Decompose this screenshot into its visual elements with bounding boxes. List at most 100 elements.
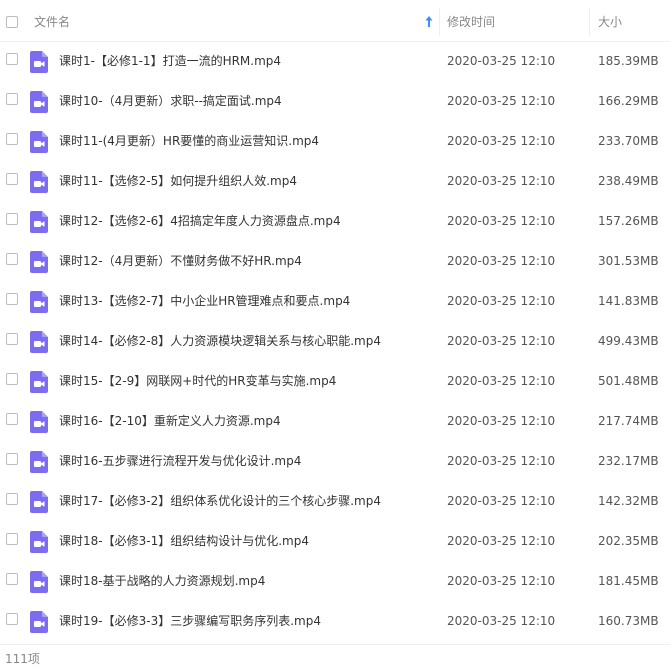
file-modified-time: 2020-03-25 12:10 xyxy=(447,94,556,108)
row-checkbox[interactable] xyxy=(6,493,18,505)
file-size: 185.39MB xyxy=(598,54,659,68)
file-list-header: 文件名 修改时间 大小 xyxy=(0,0,670,42)
file-modified-time: 2020-03-25 12:10 xyxy=(447,294,556,308)
video-file-icon xyxy=(30,491,48,513)
file-modified-time: 2020-03-25 12:10 xyxy=(447,614,556,628)
file-row[interactable]: 课时13-【选修2-7】中小企业HR管理难点和要点.mp4 2020-03-25 … xyxy=(0,282,670,322)
row-checkbox[interactable] xyxy=(6,413,18,425)
file-size: 142.32MB xyxy=(598,494,659,508)
file-name[interactable]: 课时12-（4月更新）不懂财务做不好HR.mp4 xyxy=(59,253,302,269)
footer-divider xyxy=(0,644,670,645)
item-count: 111项 xyxy=(5,652,40,666)
file-row[interactable]: 课时12-（4月更新）不懂财务做不好HR.mp4 2020-03-25 12:10… xyxy=(0,242,670,282)
row-checkbox[interactable] xyxy=(6,93,18,105)
video-file-icon xyxy=(30,51,48,73)
row-checkbox[interactable] xyxy=(6,53,18,65)
column-header-name[interactable]: 文件名 xyxy=(34,15,70,29)
file-modified-time: 2020-03-25 12:10 xyxy=(447,534,556,548)
file-modified-time: 2020-03-25 12:10 xyxy=(447,174,556,188)
row-checkbox[interactable] xyxy=(6,253,18,265)
file-name[interactable]: 课时11-(4月更新）HR要懂的商业运营知识.mp4 xyxy=(59,133,319,149)
file-name[interactable]: 课时17-【必修3-2】组织体系优化设计的三个核心步骤.mp4 xyxy=(59,493,381,509)
file-modified-time: 2020-03-25 12:10 xyxy=(447,214,556,228)
video-file-icon xyxy=(30,451,48,473)
video-file-icon xyxy=(30,411,48,433)
file-size: 181.45MB xyxy=(598,574,659,588)
row-checkbox[interactable] xyxy=(6,533,18,545)
arrow-up-icon[interactable] xyxy=(424,15,434,29)
row-checkbox[interactable] xyxy=(6,613,18,625)
file-name[interactable]: 课时13-【选修2-7】中小企业HR管理难点和要点.mp4 xyxy=(59,293,350,309)
column-header-modified[interactable]: 修改时间 xyxy=(447,15,495,29)
file-row[interactable]: 课时11-(4月更新）HR要懂的商业运营知识.mp4 2020-03-25 12:… xyxy=(0,122,670,162)
file-name[interactable]: 课时12-【选修2-6】4招搞定年度人力资源盘点.mp4 xyxy=(59,213,341,229)
file-modified-time: 2020-03-25 12:10 xyxy=(447,414,556,428)
file-size: 157.26MB xyxy=(598,214,659,228)
file-size: 301.53MB xyxy=(598,254,659,268)
row-checkbox[interactable] xyxy=(6,373,18,385)
file-modified-time: 2020-03-25 12:10 xyxy=(447,54,556,68)
file-size: 202.35MB xyxy=(598,534,659,548)
file-size: 238.49MB xyxy=(598,174,659,188)
file-name[interactable]: 课时16-【2-10】重新定义人力资源.mp4 xyxy=(59,413,281,429)
file-row[interactable]: 课时1-【必修1-1】打造一流的HRM.mp4 2020-03-25 12:10 1… xyxy=(0,42,670,82)
file-size: 217.74MB xyxy=(598,414,659,428)
file-size: 499.43MB xyxy=(598,334,659,348)
file-name[interactable]: 课时15-【2-9】网联网+时代的HR变革与实施.mp4 xyxy=(59,373,336,389)
video-file-icon xyxy=(30,251,48,273)
video-file-icon xyxy=(30,91,48,113)
file-size: 233.70MB xyxy=(598,134,659,148)
file-size: 166.29MB xyxy=(598,94,659,108)
file-name[interactable]: 课时18-【必修3-1】组织结构设计与优化.mp4 xyxy=(59,533,309,549)
file-modified-time: 2020-03-25 12:10 xyxy=(447,134,556,148)
file-modified-time: 2020-03-25 12:10 xyxy=(447,254,556,268)
file-name[interactable]: 课时11-【选修2-5】如何提升组织人效.mp4 xyxy=(59,173,297,189)
file-row[interactable]: 课时16-五步骤进行流程开发与优化设计.mp4 2020-03-25 12:10 2… xyxy=(0,442,670,482)
file-modified-time: 2020-03-25 12:10 xyxy=(447,374,556,388)
file-name[interactable]: 课时19-【必修3-3】三步骤编写职务序列表.mp4 xyxy=(59,613,321,629)
file-modified-time: 2020-03-25 12:10 xyxy=(447,494,556,508)
file-row[interactable]: 课时17-【必修3-2】组织体系优化设计的三个核心步骤.mp4 2020-03-2… xyxy=(0,482,670,522)
column-divider[interactable] xyxy=(589,8,590,36)
row-checkbox[interactable] xyxy=(6,453,18,465)
row-checkbox[interactable] xyxy=(6,573,18,585)
row-checkbox[interactable] xyxy=(6,213,18,225)
video-file-icon xyxy=(30,131,48,153)
column-divider[interactable] xyxy=(439,8,440,36)
file-size: 160.73MB xyxy=(598,614,659,628)
file-row[interactable]: 课时11-【选修2-5】如何提升组织人效.mp4 2020-03-25 12:10… xyxy=(0,162,670,202)
file-row[interactable]: 课时14-【必修2-8】人力资源模块逻辑关系与核心职能.mp4 2020-03-2… xyxy=(0,322,670,362)
file-name[interactable]: 课时10-（4月更新）求职--搞定面试.mp4 xyxy=(59,93,282,109)
row-checkbox[interactable] xyxy=(6,133,18,145)
file-modified-time: 2020-03-25 12:10 xyxy=(447,574,556,588)
file-modified-time: 2020-03-25 12:10 xyxy=(447,454,556,468)
video-file-icon xyxy=(30,611,48,633)
file-row[interactable]: 课时18-基于战略的人力资源规划.mp4 2020-03-25 12:10 181.… xyxy=(0,562,670,602)
file-size: 141.83MB xyxy=(598,294,659,308)
video-file-icon xyxy=(30,291,48,313)
row-checkbox[interactable] xyxy=(6,173,18,185)
video-file-icon xyxy=(30,531,48,553)
file-name[interactable]: 课时18-基于战略的人力资源规划.mp4 xyxy=(59,573,265,589)
file-row[interactable]: 课时10-（4月更新）求职--搞定面试.mp4 2020-03-25 12:10 1… xyxy=(0,82,670,122)
row-checkbox[interactable] xyxy=(6,333,18,345)
column-header-size[interactable]: 大小 xyxy=(598,15,622,29)
file-row[interactable]: 课时16-【2-10】重新定义人力资源.mp4 2020-03-25 12:10 2… xyxy=(0,402,670,442)
file-name[interactable]: 课时1-【必修1-1】打造一流的HRM.mp4 xyxy=(59,53,281,69)
file-row[interactable]: 课时18-【必修3-1】组织结构设计与优化.mp4 2020-03-25 12:1… xyxy=(0,522,670,562)
file-row[interactable]: 课时12-【选修2-6】4招搞定年度人力资源盘点.mp4 2020-03-25 1… xyxy=(0,202,670,242)
file-row[interactable]: 课时19-【必修3-3】三步骤编写职务序列表.mp4 2020-03-25 12:… xyxy=(0,602,670,642)
file-modified-time: 2020-03-25 12:10 xyxy=(447,334,556,348)
file-name[interactable]: 课时14-【必修2-8】人力资源模块逻辑关系与核心职能.mp4 xyxy=(59,333,381,349)
video-file-icon xyxy=(30,371,48,393)
video-file-icon xyxy=(30,571,48,593)
video-file-icon xyxy=(30,171,48,193)
file-row[interactable]: 课时15-【2-9】网联网+时代的HR变革与实施.mp4 2020-03-25 1… xyxy=(0,362,670,402)
file-size: 501.48MB xyxy=(598,374,659,388)
select-all-checkbox[interactable] xyxy=(6,16,18,28)
file-name[interactable]: 课时16-五步骤进行流程开发与优化设计.mp4 xyxy=(59,453,301,469)
file-size: 232.17MB xyxy=(598,454,659,468)
video-file-icon xyxy=(30,211,48,233)
video-file-icon xyxy=(30,331,48,353)
row-checkbox[interactable] xyxy=(6,293,18,305)
